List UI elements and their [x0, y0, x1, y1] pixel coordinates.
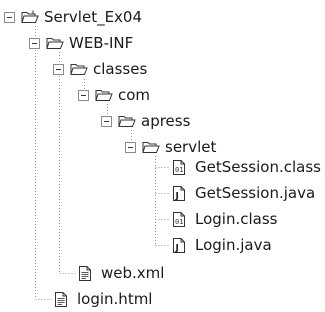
svg-text:J: J: [175, 244, 179, 254]
tree-node-apress[interactable]: apress: [101, 108, 190, 134]
tree-node-label: login.html: [77, 290, 153, 308]
java-file-icon: J: [172, 238, 190, 254]
svg-text:J: J: [175, 192, 179, 202]
document-file-icon: [78, 266, 96, 281]
collapse-toggle[interactable]: [53, 63, 64, 75]
collapse-toggle[interactable]: [125, 141, 136, 153]
open-folder-icon: [95, 88, 113, 102]
tree-node-web-xml[interactable]: web.xml: [78, 260, 164, 286]
tree-node-root[interactable]: Servlet_Ex04: [4, 4, 142, 30]
open-folder-icon: [118, 114, 136, 128]
tree-node-login-html[interactable]: login.html: [54, 286, 152, 312]
project-folder-icon: [21, 10, 39, 24]
collapse-toggle[interactable]: [4, 11, 15, 23]
tree-node-login-java[interactable]: J Login.java: [172, 232, 272, 258]
tree-node-label: com: [118, 86, 151, 104]
tree-node-login-class[interactable]: 01 Login.class: [172, 206, 277, 232]
svg-text:01: 01: [175, 166, 183, 174]
class-file-icon: 01: [172, 212, 190, 227]
tree-node-label: GetSession.java: [195, 184, 316, 202]
tree-node-com[interactable]: com: [78, 82, 150, 108]
svg-text:01: 01: [175, 218, 183, 226]
tree-node-label: GetSession.class: [195, 158, 321, 176]
document-file-icon: [54, 292, 72, 307]
tree-node-label: web.xml: [101, 264, 165, 282]
tree-node-label: Servlet_Ex04: [44, 8, 143, 26]
tree-node-label: Login.class: [195, 210, 278, 228]
tree-node-label: Login.java: [195, 236, 272, 254]
tree-node-label: apress: [141, 112, 191, 130]
open-folder-icon: [70, 62, 88, 76]
collapse-toggle[interactable]: [78, 89, 89, 101]
java-file-icon: J: [172, 186, 190, 202]
collapse-toggle[interactable]: [101, 115, 112, 127]
tree-node-label: WEB-INF: [69, 34, 134, 52]
tree-node-getsession-class[interactable]: 01 GetSession.class: [172, 154, 321, 180]
tree-node-web-inf[interactable]: WEB-INF: [29, 30, 133, 56]
tree-node-label: classes: [93, 60, 148, 78]
file-tree: Servlet_Ex04 WEB-INF classes com apress …: [0, 0, 325, 310]
open-folder-icon: [142, 140, 160, 154]
tree-node-getsession-java[interactable]: J GetSession.java: [172, 180, 315, 206]
class-file-icon: 01: [172, 160, 190, 175]
open-folder-icon: [46, 36, 64, 50]
tree-node-classes[interactable]: classes: [53, 56, 147, 82]
collapse-toggle[interactable]: [29, 37, 40, 49]
